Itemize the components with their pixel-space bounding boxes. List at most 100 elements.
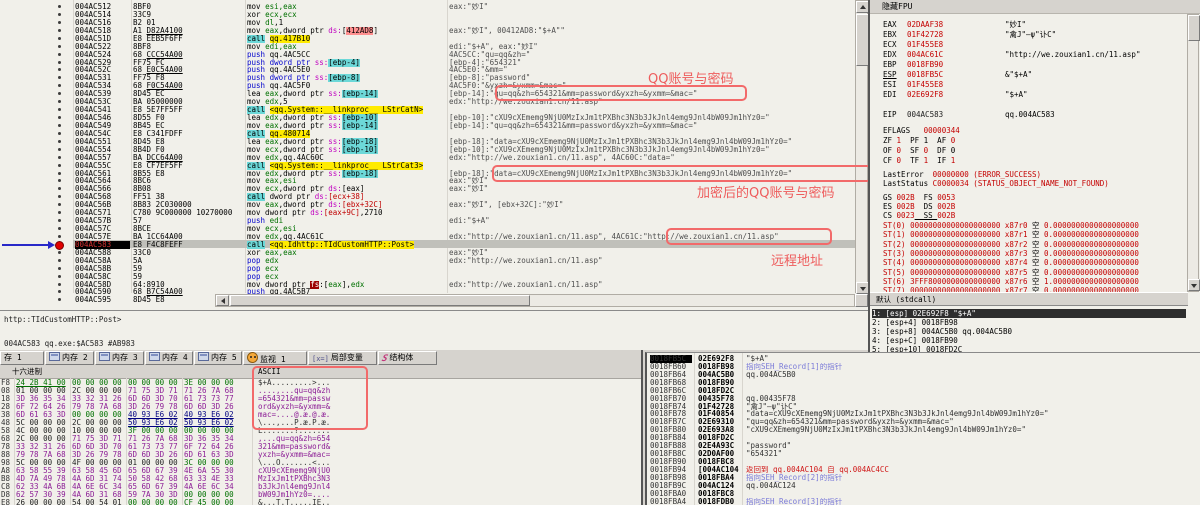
stack-address: 0018FBA4 bbox=[650, 498, 692, 505]
disassembly-pane[interactable]: 004AC5128BF0mov esi,eaxeax:"妙I"004AC5143… bbox=[0, 0, 868, 310]
instruction-text: mov edx,5 bbox=[247, 98, 447, 106]
dump-hex-group: 6D 61 63 3D bbox=[16, 411, 68, 419]
column-separator[interactable] bbox=[245, 0, 246, 293]
registers-scrollbar[interactable] bbox=[1187, 14, 1199, 292]
dump-address: 98 bbox=[1, 459, 13, 467]
segment-row[interactable]: ES 002B DS 002B bbox=[883, 202, 1183, 211]
row-dot bbox=[58, 235, 61, 238]
instruction-address: 004AC51D bbox=[75, 35, 130, 43]
scrollbar-thumb[interactable] bbox=[1188, 15, 1200, 41]
instruction-address: 004AC52C bbox=[75, 66, 130, 74]
row-dot bbox=[58, 140, 61, 143]
fpu-register-row[interactable]: ST(3) 00000000000000000000 x87r3 空 0.000… bbox=[883, 249, 1183, 258]
argument-row[interactable]: 4: [esp+C] 0018FB90 bbox=[872, 336, 1186, 345]
instruction-text: mov eax,dword ptr ss:[ebp-14] bbox=[247, 122, 447, 130]
column-separator[interactable] bbox=[447, 0, 448, 293]
register-row[interactable]: EDI02E692F8"$+A" bbox=[883, 90, 1183, 99]
dump-hex-group: 3C 00 00 00 bbox=[184, 459, 236, 467]
disasm-hscrollbar[interactable] bbox=[215, 294, 855, 307]
fpu-register-row[interactable]: ST(6) 3FFF8000000000000000 x87r6 空 1.000… bbox=[883, 277, 1183, 286]
register-row[interactable]: EBX01F42728"禽J"—ψ"讣C" bbox=[883, 30, 1183, 39]
flags-row[interactable]: CF 0 TF 1 IF 1 bbox=[883, 156, 1183, 165]
register-row[interactable]: EAX02DAAF38"妙I" bbox=[883, 20, 1183, 29]
stack-pane[interactable]: 0018FB5C02E692F8"$+A"0018FB600018FB98指向S… bbox=[645, 352, 1200, 505]
hide-fpu-button[interactable]: 隐藏FPU bbox=[882, 2, 912, 11]
calling-convention-header[interactable]: 默认 (stdcall) bbox=[870, 292, 1188, 306]
tab-内存-4[interactable]: 内存 4 bbox=[145, 351, 193, 365]
tab-监视-1[interactable]: 监视 1 bbox=[243, 351, 307, 365]
register-row[interactable]: ECX01F455E8 bbox=[883, 40, 1183, 49]
fpu-register-row[interactable]: ST(0) 00000000000000000000 x87r0 空 0.000… bbox=[883, 221, 1183, 230]
instruction-text: lea eax,dword ptr ss:[ebp-18] bbox=[247, 138, 447, 146]
flags-row[interactable]: ZF 1 PF 1 AF 0 bbox=[883, 136, 1183, 145]
stack-value: 02E4A93C bbox=[698, 442, 742, 450]
flags-row[interactable]: OF 0 SF 0 DF 0 bbox=[883, 146, 1183, 155]
instruction-text: lea edx,dword ptr ss:[ebp-10] bbox=[247, 114, 447, 122]
fpu-register-row[interactable]: ST(2) 00000000000000000000 x87r2 空 0.000… bbox=[883, 240, 1183, 249]
argument-row[interactable]: 3: [esp+8] 004AC5B0 qq.004AC5B0 bbox=[872, 327, 1186, 336]
dump-hex-group: 4E 6A 55 30 bbox=[184, 467, 236, 475]
laststatus-row[interactable]: LastStatus C0000034 (STATUS_OBJECT_NAME_… bbox=[883, 179, 1183, 188]
column-separator[interactable] bbox=[73, 0, 74, 293]
fpu-register-row[interactable]: ST(4) 00000000000000000000 x87r4 空 0.000… bbox=[883, 258, 1183, 267]
row-dot bbox=[58, 203, 61, 206]
column-separator[interactable] bbox=[131, 0, 132, 293]
instruction-comment bbox=[449, 193, 855, 201]
tab-内存-5[interactable]: 内存 5 bbox=[194, 351, 242, 365]
dump-hex-group: 6D 6D 3D 26 bbox=[128, 451, 180, 459]
register-row[interactable]: ESP0018FB5C&"$+A" bbox=[883, 70, 1183, 79]
instruction-text: push qq.4AC5E0 bbox=[247, 66, 447, 74]
stack-value: 00435F78 bbox=[698, 395, 742, 403]
dump-hex-group: 79 78 7A 68 bbox=[16, 451, 68, 459]
argument-row[interactable]: 2: [esp+4] 0018FB98 bbox=[872, 318, 1186, 327]
register-row[interactable]: EBP0018FB90 bbox=[883, 60, 1183, 69]
row-dot bbox=[58, 124, 61, 127]
memory-dump-pane[interactable]: 存 1内存 2内存 3内存 4内存 5监视 1[x=]局部变量S结构体 十六进制… bbox=[0, 350, 642, 505]
instruction-text: call <qq.System::__linkproc__ LStrCatN> bbox=[247, 106, 447, 114]
dump-ascii: ord&yxzh=&yxmm=& bbox=[258, 403, 346, 411]
row-dot bbox=[58, 45, 61, 48]
current-instruction-arrowhead bbox=[48, 241, 55, 249]
tab-存-1[interactable]: 存 1 bbox=[0, 351, 44, 365]
hscrollbar-thumb[interactable] bbox=[230, 295, 530, 306]
row-dot bbox=[58, 267, 61, 270]
tab-内存-2[interactable]: 内存 2 bbox=[45, 351, 94, 365]
stack-value: 0018FD2C bbox=[698, 434, 742, 442]
dump-hex-group: 2C 00 00 00 bbox=[72, 387, 124, 395]
scroll-left-button[interactable] bbox=[216, 295, 229, 306]
instruction-text: call <qq.Idhttp::TIdCustomHTTP::Post> bbox=[247, 241, 447, 249]
breakpoint-dot[interactable] bbox=[55, 241, 64, 250]
segment-row[interactable]: CS 0023 SS 002B bbox=[883, 211, 1183, 220]
instruction-address: 004AC564 bbox=[75, 177, 130, 185]
fpu-register-row[interactable]: ST(1) 00000000000000000000 x87r1 空 0.000… bbox=[883, 230, 1183, 239]
instruction-comment: eax:"妙I" bbox=[449, 185, 855, 193]
instruction-bytes: B2 01 bbox=[133, 19, 245, 27]
lasterror-row[interactable]: LastError 00000000 (ERROR_SUCCESS) bbox=[883, 170, 1183, 179]
fpu-register-row[interactable]: ST(5) 00000000000000000000 x87r5 空 0.000… bbox=[883, 268, 1183, 277]
register-row[interactable]: EDX004AC61C"http://we.zouxian1.cn/11.asp… bbox=[883, 50, 1183, 59]
eflags-row[interactable]: EFLAGS 00000344 bbox=[883, 126, 1183, 135]
tab-内存-3[interactable]: 内存 3 bbox=[95, 351, 144, 365]
tab-局部变量[interactable]: [x=]局部变量 bbox=[308, 351, 377, 365]
eip-row[interactable]: EIP004AC583qq.004AC583 bbox=[883, 110, 1183, 119]
dump-hex-group: 3F 00 00 00 bbox=[128, 427, 180, 435]
scroll-down-button[interactable] bbox=[1188, 279, 1200, 291]
argument-row[interactable]: 1: [esp] 02E692F8 "$+A" bbox=[872, 309, 1186, 318]
dump-hex-group: 59 7A 30 3D bbox=[128, 491, 180, 499]
instruction-address: 004AC588 bbox=[75, 249, 130, 257]
instruction-address: 004AC554 bbox=[75, 146, 130, 154]
segment-row[interactable]: GS 002B FS 0053 bbox=[883, 193, 1183, 202]
registers-pane[interactable]: 隐藏FPU EAX02DAAF38"妙I"EBX01F42728"禽J"—ψ"讣… bbox=[870, 0, 1200, 352]
stack-value: 02E693A8 bbox=[698, 426, 742, 434]
stack-address: 0018FB90 bbox=[650, 458, 692, 466]
row-dot bbox=[58, 172, 61, 175]
dump-hex-group: 10 00 00 00 bbox=[72, 427, 124, 435]
dump-hex-group: 3E 00 00 00 bbox=[184, 379, 236, 387]
instruction-comment: edx:"http://we.zouxian1.cn/11.asp", 4AC6… bbox=[449, 154, 855, 162]
dump-hex-group: 63 58 55 39 bbox=[16, 467, 68, 475]
instruction-text: mov eax,esi bbox=[247, 177, 447, 185]
tab-结构体[interactable]: S结构体 bbox=[378, 351, 437, 365]
stack-comment: "data=cXU9cXEmemg9NjU0MzIxJm1tPXBhc3N3b3… bbox=[746, 410, 1198, 418]
comments-scrollbar[interactable] bbox=[855, 0, 868, 293]
register-row[interactable]: ESI01F455E8 bbox=[883, 80, 1183, 89]
